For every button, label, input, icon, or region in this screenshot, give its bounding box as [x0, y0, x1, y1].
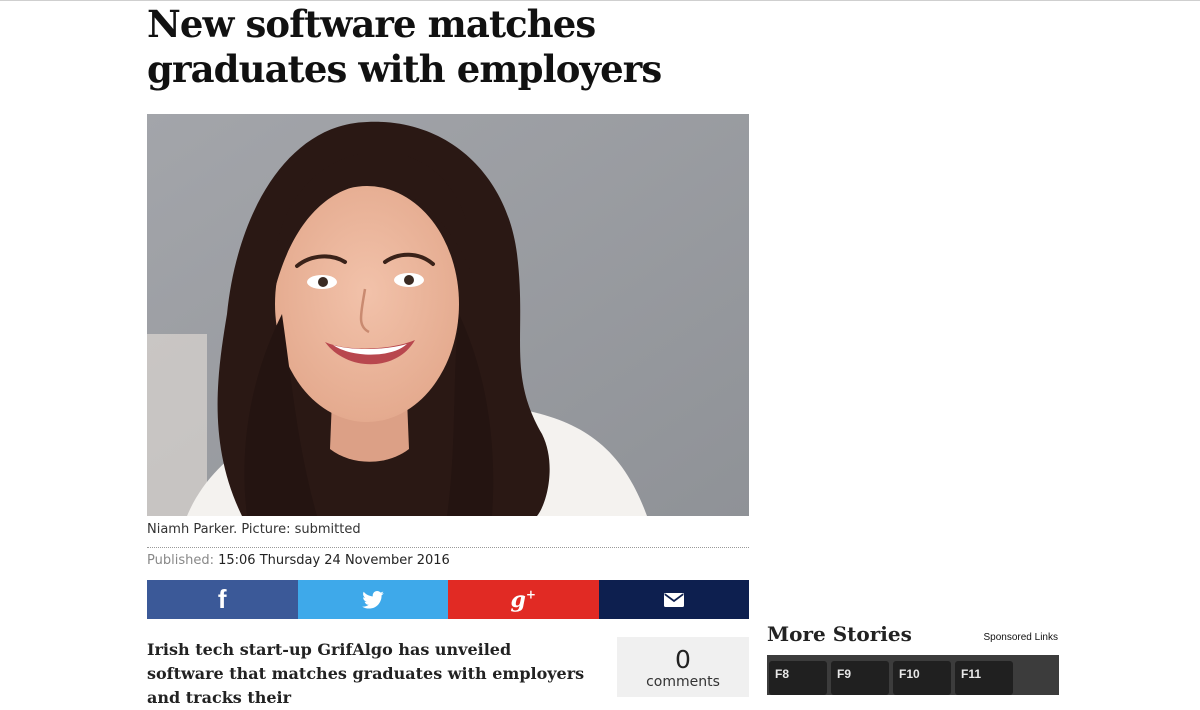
google-plus-g: g	[510, 586, 526, 613]
key-label: F11	[955, 661, 1013, 695]
story-thumbnail[interactable]: F8 F9 F10 F11	[767, 655, 1059, 695]
sponsored-links-link[interactable]: Sponsored Links	[984, 632, 1059, 643]
comments-count-box[interactable]: 0 comments	[617, 637, 749, 697]
published-info: Published: 15:06 Thursday 24 November 20…	[147, 547, 749, 573]
article-lede: Irish tech start-up GrifAlgo has unveile…	[147, 640, 585, 707]
comments-count: 0	[675, 645, 691, 674]
key-label: F9	[831, 661, 889, 695]
published-datetime: 15:06 Thursday 24 November 2016	[218, 553, 450, 568]
keyboard-keys-image: F8 F9 F10 F11	[767, 661, 1013, 695]
key-label: F10	[893, 661, 951, 695]
share-facebook-button[interactable]: f	[147, 580, 298, 619]
share-twitter-button[interactable]	[297, 580, 448, 619]
google-plus-icon: g+	[511, 587, 536, 613]
photo-caption: Niamh Parker. Picture: submitted	[147, 522, 361, 537]
google-plus-plus: +	[525, 587, 536, 602]
envelope-icon	[663, 592, 684, 607]
key-label: F8	[769, 661, 827, 695]
more-stories-heading: More Stories	[767, 622, 912, 646]
comments-label: comments	[646, 674, 720, 690]
published-label: Published:	[147, 553, 214, 568]
share-bar: f g+	[147, 580, 749, 619]
portrait-photo-illustration	[147, 114, 749, 516]
share-email-button[interactable]	[598, 580, 749, 619]
top-divider	[0, 0, 1200, 1]
share-googleplus-button[interactable]: g+	[448, 580, 599, 619]
twitter-bird-icon	[361, 590, 384, 609]
facebook-icon: f	[217, 584, 227, 614]
article-headline: New software matches graduates with empl…	[147, 2, 662, 91]
article-photo[interactable]	[147, 114, 749, 516]
